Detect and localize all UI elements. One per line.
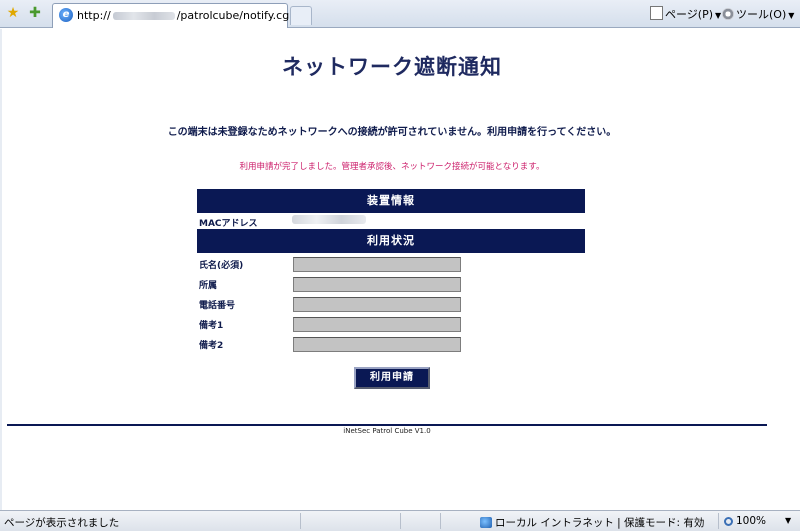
phone-field[interactable] [293, 297, 461, 312]
zoom-dropdown-icon[interactable]: ▼ [785, 516, 791, 525]
affiliation-field[interactable] [293, 277, 461, 292]
page-menu-button[interactable]: ページ(P) ▼ [650, 6, 721, 22]
tab-url: http:///patrolcube/notify.cgi [77, 9, 293, 22]
status-divider [440, 513, 441, 529]
status-bar-text: ページが表示されました [4, 517, 120, 529]
note1-label: 備考1 [199, 321, 224, 331]
favorites-star-icon[interactable]: ★ [5, 5, 21, 21]
phone-label: 電話番号 [199, 301, 236, 311]
security-zone[interactable]: ローカル イントラネット | 保護モード: 有効 [480, 515, 704, 530]
tools-menu-button[interactable]: ツール(O) ▼ [722, 6, 794, 22]
add-favorite-icon[interactable]: ✚ [27, 5, 43, 21]
notice-text: この端末は未登録なためネットワークへの接続が許可されていません。利用申請を行って… [167, 127, 617, 138]
device-info-header: 装置情報 [197, 189, 585, 213]
mac-address-value [292, 215, 366, 224]
footer-text: iNetSec Patrol Cube V1.0 [343, 427, 431, 435]
ie-page-icon: e [59, 8, 73, 22]
browser-tab[interactable]: e http:///patrolcube/notify.cgi [52, 3, 292, 28]
affiliation-label: 所属 [199, 281, 218, 291]
status-bar: ページが表示されました ローカル イントラネット | 保護モード: 有効 100… [0, 510, 800, 531]
gear-icon [722, 8, 734, 20]
note2-label: 備考2 [199, 341, 224, 351]
browser-toolbar: ★ ✚ e http:///patrolcube/notify.cgi ページ(… [0, 0, 800, 28]
chevron-down-icon: ▼ [715, 11, 722, 20]
page-content: ネットワーク遮断通知 この端末は未登録なためネットワークへの接続が許可されていま… [0, 29, 800, 510]
footer-divider [7, 424, 767, 426]
note1-field[interactable] [293, 317, 461, 332]
status-divider [718, 513, 719, 529]
status-divider [400, 513, 401, 529]
new-tab-button[interactable] [290, 6, 312, 25]
magnifier-icon [724, 517, 733, 526]
redacted-host [112, 12, 175, 20]
zoom-level-button[interactable]: 100% [724, 515, 766, 527]
name-field[interactable] [293, 257, 461, 272]
name-label: 氏名(必須) [199, 261, 244, 271]
page-icon [650, 6, 663, 20]
page-title: ネットワーク遮断通知 [282, 55, 502, 79]
chevron-down-icon: ▼ [788, 11, 795, 20]
intranet-zone-icon [480, 517, 492, 528]
status-divider [300, 513, 301, 529]
usage-status-header: 利用状況 [197, 229, 585, 253]
submit-application-button[interactable]: 利用申請 [354, 367, 430, 389]
note2-field[interactable] [293, 337, 461, 352]
mac-address-label: MACアドレス [199, 219, 258, 229]
status-message: 利用申請が完了しました。管理者承認後、ネットワーク接続が可能となります。 [239, 162, 545, 172]
